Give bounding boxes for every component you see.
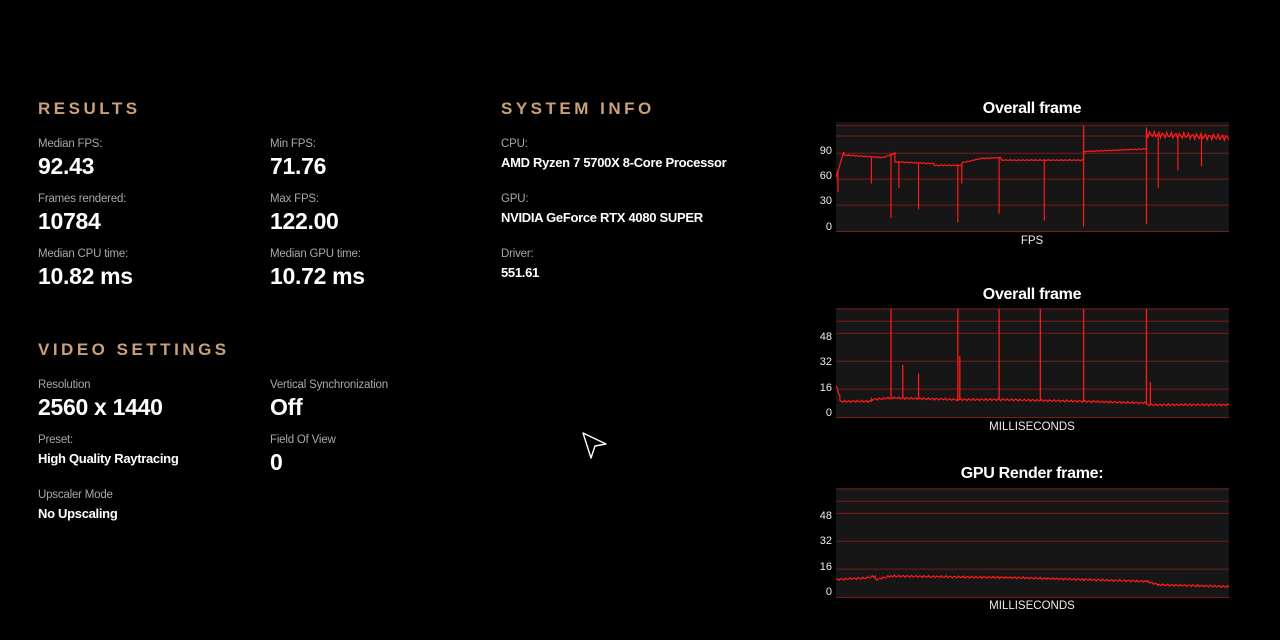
fps-chart [836,122,1229,232]
median-cpu-time-label: Median CPU time: [38,248,129,260]
frametime-ytick-16: 16 [819,382,832,394]
fps-chart-svg [836,125,1229,232]
frames-rendered-stat: Frames rendered: 10784 [38,193,126,235]
min-fps-stat: Min FPS: 71.76 [270,138,326,180]
cpu-label: CPU: [501,138,528,150]
gpu-render-chart [836,488,1229,598]
fov-value: 0 [270,449,283,475]
frametime-chart-svg [836,308,1229,418]
gpu-render-chart-title: GPU Render frame: [960,465,1104,482]
preset-setting: Preset: High Quality Raytracing [38,434,179,466]
max-fps-stat: Max FPS: 122.00 [270,193,339,235]
gpu-render-ytick-16: 16 [819,561,832,573]
cpu-value: AMD Ryzen 7 5700X 8-Core Processor [501,155,727,170]
frametime-ytick-0: 0 [825,407,832,419]
frametime-chart [836,308,1229,418]
vsync-value: Off [270,394,303,420]
frametime-ytick-48: 48 [819,331,832,343]
gpu-render-ytick-48: 48 [819,510,832,522]
gpu-info: GPU: NVIDIA GeForce RTX 4080 SUPER [501,193,703,225]
fps-chart-title: Overall frame [982,100,1082,117]
gpu-render-chart-svg [836,488,1229,598]
resolution-setting: Resolution 2560 x 1440 [38,379,163,421]
upscaler-value: No Upscaling [38,506,118,521]
fov-setting: Field Of View 0 [270,434,336,476]
fps-ytick-90: 90 [819,145,832,157]
median-cpu-time-value: 10.82 ms [38,263,133,289]
median-gpu-time-value: 10.72 ms [270,263,365,289]
median-cpu-time-stat: Median CPU time: 10.82 ms [38,248,133,290]
fps-ytick-30: 30 [819,195,832,207]
results-heading: RESULTS [38,99,141,118]
max-fps-label: Max FPS: [270,193,319,205]
median-fps-value: 92.43 [38,153,95,179]
driver-info: Driver: 551.61 [501,248,539,280]
gpu-render-ytick-0: 0 [825,586,832,598]
gpu-render-ytick-32: 32 [819,535,832,547]
upscaler-setting: Upscaler Mode No Upscaling [38,489,118,521]
upscaler-label: Upscaler Mode [38,489,113,501]
preset-value: High Quality Raytracing [38,451,179,466]
fov-label: Field Of View [270,434,336,446]
frametime-chart-title: Overall frame [982,286,1082,303]
frames-rendered-label: Frames rendered: [38,193,127,205]
median-fps-label: Median FPS: [38,138,103,150]
max-fps-value: 122.00 [270,208,339,234]
frametime-ytick-32: 32 [819,356,832,368]
min-fps-value: 71.76 [270,153,327,179]
fps-ytick-0: 0 [825,221,832,233]
gpu-render-chart-xlabel: MILLISECONDS [989,600,1075,612]
video-settings-heading: VIDEO SETTINGS [38,340,230,359]
median-gpu-time-stat: Median GPU time: 10.72 ms [270,248,365,290]
vsync-setting: Vertical Synchronization Off [270,379,388,421]
resolution-label: Resolution [38,379,91,391]
driver-value: 551.61 [501,265,539,280]
driver-label: Driver: [501,248,534,260]
gpu-label: GPU: [501,193,529,205]
fps-ytick-60: 60 [819,170,832,182]
min-fps-label: Min FPS: [270,138,316,150]
mouse-cursor-icon [582,432,607,459]
resolution-value: 2560 x 1440 [38,394,163,420]
median-gpu-time-label: Median GPU time: [270,248,361,260]
series-line [836,129,1229,178]
vsync-label: Vertical Synchronization [270,379,388,391]
cpu-info: CPU: AMD Ryzen 7 5700X 8-Core Processor [501,138,727,170]
preset-label: Preset: [38,434,74,446]
median-fps-stat: Median FPS: 92.43 [38,138,102,180]
system-info-heading: SYSTEM INFO [501,99,655,118]
fps-chart-xlabel: FPS [1020,235,1044,247]
frames-rendered-value: 10784 [38,208,101,234]
gpu-value: NVIDIA GeForce RTX 4080 SUPER [501,210,703,225]
series-line [836,574,1229,589]
frametime-chart-xlabel: MILLISECONDS [989,421,1075,433]
